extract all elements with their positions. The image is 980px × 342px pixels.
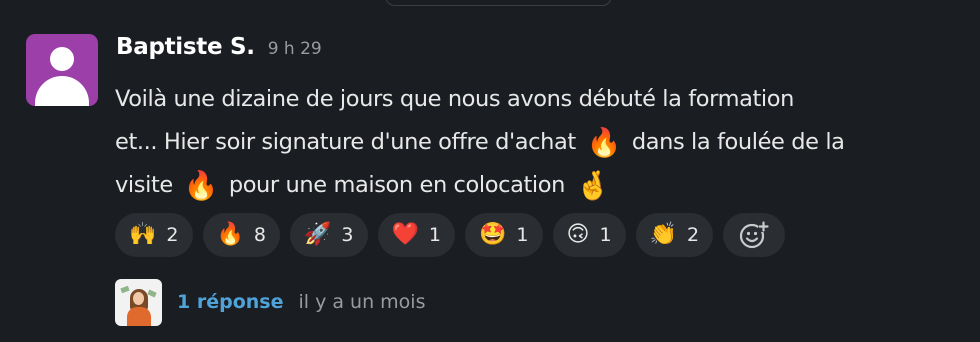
message-line-1: Voilà une dizaine de jours que nous avon… xyxy=(115,86,795,112)
reaction-clapping-hands[interactable]: 👏 2 xyxy=(635,213,714,257)
fire-icon: 🔥 xyxy=(586,126,622,159)
reaction-star-struck[interactable]: 🤩 1 xyxy=(465,213,543,257)
thread-summary: 1 réponse il y a un mois xyxy=(115,278,425,326)
fire-icon: 🔥 xyxy=(216,222,244,247)
replies-link[interactable]: 1 réponse xyxy=(177,291,283,313)
add-reaction-icon xyxy=(739,221,770,249)
avatar-detail xyxy=(120,285,130,293)
avatar-detail xyxy=(127,306,151,326)
reaction-count: 1 xyxy=(599,224,612,246)
message-line-3-end: pour une maison en colocation xyxy=(228,172,566,198)
add-reaction-button[interactable] xyxy=(723,213,786,257)
message-line-3-start: visite xyxy=(115,172,173,198)
avatar[interactable] xyxy=(26,34,98,106)
reaction-upside-down-face[interactable]: 🙃 1 xyxy=(552,213,626,257)
crossed-fingers-icon: 🤞 xyxy=(575,169,611,202)
reaction-raised-hands[interactable]: 🙌 2 xyxy=(115,213,193,257)
reaction-count: 2 xyxy=(686,224,700,246)
reaction-count: 1 xyxy=(428,224,441,246)
reaction-count: 1 xyxy=(516,224,529,246)
fire-icon: 🔥 xyxy=(183,169,219,202)
rocket-icon: 🚀 xyxy=(304,222,332,247)
raised-hands-icon: 🙌 xyxy=(129,222,157,247)
message-line-2-start: et... Hier soir signature d'une offre d'… xyxy=(115,129,576,155)
reaction-count: 8 xyxy=(253,224,266,246)
reply-avatar[interactable] xyxy=(115,278,162,326)
heart-icon: ❤️ xyxy=(391,222,419,247)
reaction-fire[interactable]: 🔥 8 xyxy=(202,213,280,257)
reactions-bar: 🙌 2 🔥 8 🚀 3 ❤️ 1 🤩 1 🙃 1 👏 2 xyxy=(115,213,786,257)
reaction-rocket[interactable]: 🚀 3 xyxy=(290,213,368,257)
author-name[interactable]: Baptiste S. xyxy=(116,34,255,60)
last-reply-time: il y a un mois xyxy=(298,291,426,313)
avatar-head-shape xyxy=(50,47,74,71)
avatar-body-shape xyxy=(35,76,89,106)
message-timestamp[interactable]: 9 h 29 xyxy=(268,39,322,59)
message-header: Baptiste S. 9 h 29 xyxy=(116,34,322,66)
message-line-2: et... Hier soir signature d'une offre d'… xyxy=(115,121,977,164)
message-text: Voilà une dizaine de jours que nous avon… xyxy=(115,78,977,207)
upside-down-face-icon: 🙃 xyxy=(566,222,590,247)
avatar-detail xyxy=(147,289,157,297)
message: Baptiste S. 9 h 29 Voilà une dizaine de … xyxy=(0,0,980,342)
star-struck-icon: 🤩 xyxy=(479,222,507,247)
reaction-count: 2 xyxy=(166,224,179,246)
clapping-hands-icon: 👏 xyxy=(649,222,677,247)
message-line-3: visite 🔥 pour une maison en colocation 🤞 xyxy=(115,164,977,207)
avatar-detail xyxy=(133,291,144,305)
reaction-count: 3 xyxy=(341,224,354,246)
reaction-heart[interactable]: ❤️ 1 xyxy=(377,213,455,257)
message-line-2-end: dans la foulée de la xyxy=(631,129,845,155)
